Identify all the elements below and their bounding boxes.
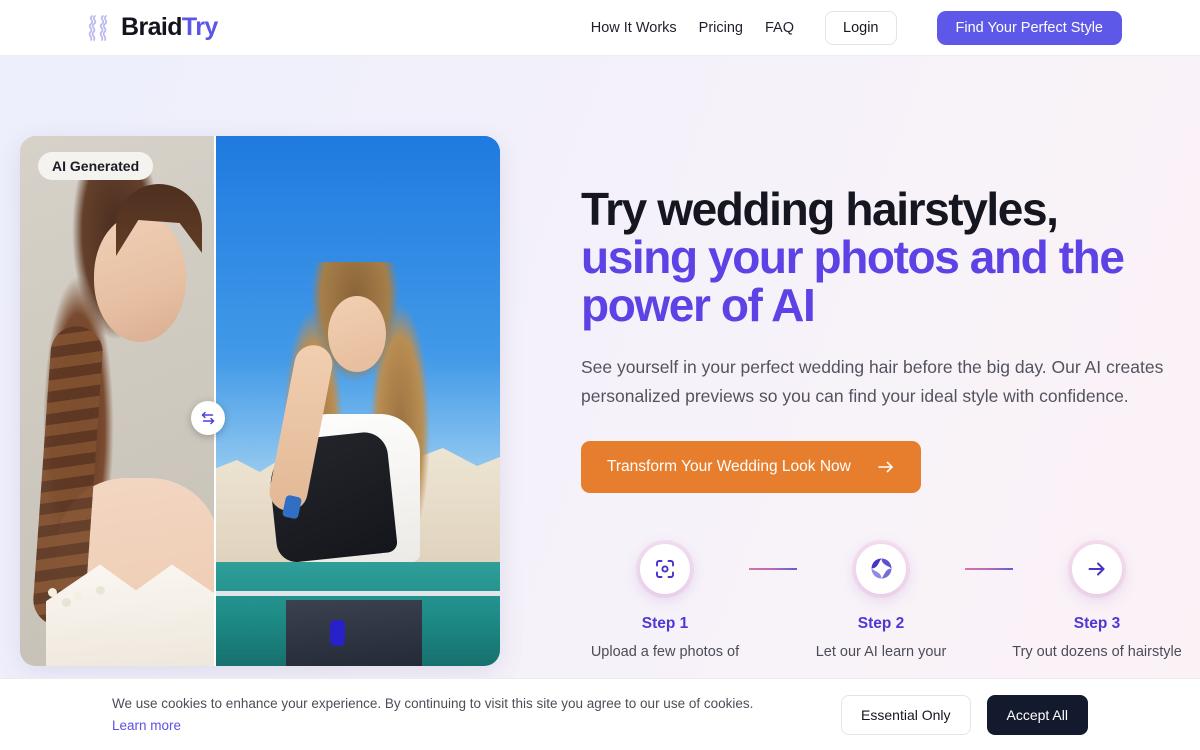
step-2-label: Step 2 bbox=[857, 614, 905, 632]
brand-logo[interactable]: BraidTry bbox=[82, 13, 218, 43]
main-navigation: How It Works Pricing FAQ Login Find Your… bbox=[591, 10, 1122, 45]
transform-wedding-look-button[interactable]: Transform Your Wedding Look Now bbox=[581, 440, 921, 493]
step-3-label: Step 3 bbox=[1073, 614, 1121, 632]
original-keychain-shape bbox=[330, 620, 345, 646]
step-item-1[interactable]: Step 1 Upload a few photos of bbox=[581, 543, 749, 663]
step-3-description: Try out dozens of hairstyle bbox=[1012, 643, 1182, 660]
how-it-works-steps: Step 1 Upload a few photos of Step 2 Let… bbox=[581, 543, 1182, 663]
page-root: BraidTry How It Works Pricing FAQ Login … bbox=[0, 0, 1200, 750]
ai-generated-badge: AI Generated bbox=[38, 152, 154, 180]
cookie-message-block: We use cookies to enhance your experienc… bbox=[112, 694, 753, 734]
find-your-perfect-style-button[interactable]: Find Your Perfect Style bbox=[936, 10, 1122, 45]
step-1-icon-circle bbox=[640, 543, 690, 594]
headline-line-2: using your photos and the bbox=[581, 231, 1125, 284]
brand-name-part2: Try bbox=[181, 13, 218, 41]
step-connector-1-2 bbox=[749, 567, 797, 570]
hero-subheading: See yourself in your perfect wedding hai… bbox=[581, 357, 1164, 406]
bride-flower-accent bbox=[48, 588, 57, 597]
accept-all-button[interactable]: Accept All bbox=[986, 694, 1088, 735]
nav-item-how-it-works[interactable]: How It Works bbox=[591, 20, 677, 36]
bride-face-shape bbox=[94, 214, 186, 342]
hero-content: Try wedding hairstyles, using your photo… bbox=[581, 56, 1182, 663]
hero-section: AI Generated Try wedding hairstyles, usi… bbox=[0, 56, 1200, 750]
arrow-right-icon bbox=[1088, 562, 1105, 576]
essential-only-button[interactable]: Essential Only bbox=[841, 694, 971, 735]
nav-item-faq[interactable]: FAQ bbox=[765, 20, 794, 36]
brand-name-part1: Braid bbox=[121, 13, 183, 41]
headline-line-1: Try wedding hairstyles, bbox=[581, 183, 1059, 235]
site-header: BraidTry How It Works Pricing FAQ Login … bbox=[0, 0, 1200, 56]
comparison-slider-handle[interactable] bbox=[191, 401, 225, 435]
swap-horizontal-arrows-icon bbox=[201, 411, 215, 425]
comparison-divider bbox=[214, 136, 216, 666]
railing-shape bbox=[214, 591, 500, 596]
cookie-learn-more-link[interactable]: Learn more bbox=[112, 718, 181, 733]
step-item-2[interactable]: Step 2 Let our AI learn your bbox=[797, 543, 965, 663]
cookie-consent-banner: We use cookies to enhance your experienc… bbox=[0, 678, 1200, 750]
step-connector-2-3 bbox=[965, 567, 1013, 570]
cookie-message: We use cookies to enhance your experienc… bbox=[112, 696, 754, 712]
nav-item-pricing[interactable]: Pricing bbox=[699, 20, 743, 36]
braid-strands-icon bbox=[88, 14, 108, 41]
arrow-right-icon bbox=[878, 461, 893, 473]
step-2-description: Let our AI learn your bbox=[815, 643, 947, 660]
cta-label: Transform Your Wedding Look Now bbox=[607, 457, 851, 475]
scan-focus-icon bbox=[656, 559, 674, 578]
step-1-description: Upload a few photos of bbox=[590, 643, 740, 660]
cookie-actions: Essential Only Accept All bbox=[841, 694, 1088, 735]
original-jeans-shape bbox=[286, 600, 422, 666]
login-button[interactable]: Login bbox=[825, 10, 897, 45]
page-title: Try wedding hairstyles, using your photo… bbox=[581, 185, 1181, 329]
headline-line-3: power of AI bbox=[581, 279, 816, 332]
step-1-label: Step 1 bbox=[641, 614, 689, 632]
step-item-3[interactable]: Step 3 Try out dozens of hairstyle bbox=[1012, 543, 1182, 663]
step-3-icon-circle bbox=[1072, 543, 1122, 594]
step-2-icon-circle bbox=[856, 543, 906, 594]
before-after-comparison[interactable]: AI Generated bbox=[20, 136, 500, 666]
ai-spiral-icon bbox=[871, 558, 891, 579]
comparison-image-original bbox=[214, 136, 500, 666]
comparison-image-after-ai bbox=[20, 136, 214, 666]
original-face-shape bbox=[328, 296, 386, 372]
brand-name: BraidTry bbox=[121, 15, 218, 40]
